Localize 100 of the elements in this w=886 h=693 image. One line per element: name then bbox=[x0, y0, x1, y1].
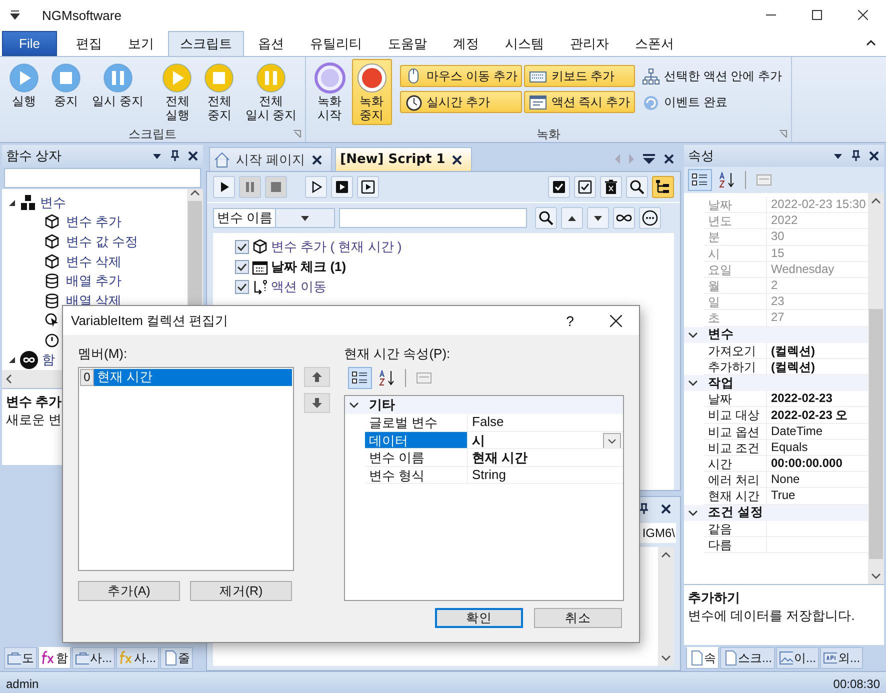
ribbon-button[interactable]: 실행 bbox=[4, 59, 44, 111]
property-name[interactable]: 데이터 bbox=[365, 432, 468, 449]
tree-group[interactable]: 변수 bbox=[40, 194, 66, 212]
move-up-button[interactable] bbox=[561, 207, 583, 229]
dropdown-button[interactable] bbox=[603, 432, 621, 448]
panel-tab[interactable]: 줄 bbox=[160, 647, 194, 669]
ribbon-tab[interactable]: 도움말 bbox=[376, 31, 439, 56]
ribbon-tab[interactable]: 계정 bbox=[441, 31, 491, 56]
more-button[interactable] bbox=[639, 207, 661, 229]
search-button[interactable] bbox=[535, 207, 557, 229]
ribbon-button[interactable]: 일시 중지 bbox=[88, 59, 148, 111]
tree-item[interactable]: 변수 삭제 bbox=[66, 252, 122, 271]
expanded-icon[interactable] bbox=[8, 356, 16, 364]
dropdown-icon[interactable] bbox=[643, 154, 655, 164]
property-name[interactable]: 비교 조건 bbox=[704, 440, 767, 456]
close-icon[interactable] bbox=[663, 153, 675, 165]
property-name[interactable]: 변수 이름 bbox=[365, 449, 468, 466]
ribbon-button[interactable]: 실시간 추가 bbox=[400, 91, 522, 113]
ribbon-button[interactable]: 녹화 시작 bbox=[310, 59, 350, 125]
panel-tab[interactable]: 사... bbox=[72, 647, 116, 669]
pin-button[interactable] bbox=[850, 150, 862, 162]
panel-tab[interactable]: 도 bbox=[4, 647, 37, 669]
toolbar-button[interactable] bbox=[331, 176, 353, 198]
ribbon-button[interactable]: 전체 일시 중지 bbox=[241, 59, 301, 125]
scroll-down-icon[interactable] bbox=[661, 654, 671, 662]
member-item[interactable]: 현재 시간 bbox=[94, 369, 292, 386]
categorized-button[interactable] bbox=[348, 367, 372, 389]
toolbar-button[interactable] bbox=[574, 176, 596, 198]
ribbon-tab[interactable]: 스폰서 bbox=[623, 31, 686, 56]
ribbon-tab[interactable]: 관리자 bbox=[558, 31, 621, 56]
category-header[interactable]: 변수 bbox=[684, 326, 868, 343]
document-tab[interactable]: 시작 페이지 bbox=[209, 147, 332, 171]
help-button[interactable]: ? bbox=[547, 312, 593, 330]
checkbox[interactable] bbox=[235, 240, 249, 254]
tree-group[interactable]: 함 bbox=[42, 350, 55, 369]
launcher-icon[interactable] bbox=[292, 130, 301, 138]
move-down-button[interactable] bbox=[304, 393, 330, 413]
action-item[interactable]: 날짜 체크 (1) bbox=[271, 258, 346, 276]
property-name[interactable]: 날짜 bbox=[704, 391, 767, 408]
toolbar-button[interactable] bbox=[305, 176, 327, 198]
ribbon-button[interactable]: 전체 실행 bbox=[157, 59, 198, 125]
scroll-up-icon[interactable] bbox=[661, 551, 671, 559]
ok-button[interactable]: 확인 bbox=[435, 608, 523, 628]
property-name[interactable]: 비교 대상 bbox=[704, 407, 767, 424]
action-item[interactable]: 액션 이동 bbox=[271, 278, 327, 296]
tree-item[interactable]: 변수 값 수정 bbox=[66, 232, 138, 251]
category-header[interactable]: 작업 bbox=[684, 375, 868, 392]
search-input[interactable] bbox=[339, 208, 527, 228]
toolbar-button[interactable] bbox=[548, 176, 570, 198]
property-name[interactable]: 다름 bbox=[704, 536, 767, 554]
ribbon-button[interactable]: 마우스 이동 추가 bbox=[400, 65, 522, 87]
toolbar-button[interactable] bbox=[652, 176, 674, 198]
scroll-down-icon[interactable] bbox=[871, 572, 881, 580]
category-header[interactable]: 조건 설정 bbox=[684, 504, 868, 521]
property-name[interactable]: 에러 처리 bbox=[704, 472, 767, 488]
search-field[interactable] bbox=[4, 168, 201, 188]
scroll-up-icon[interactable] bbox=[871, 197, 881, 205]
property-name[interactable]: 가져오기 bbox=[704, 342, 767, 359]
scrollbar-thumb[interactable] bbox=[869, 308, 883, 558]
ribbon-tab[interactable]: 유틸리티 bbox=[298, 31, 374, 56]
scroll-up-icon[interactable] bbox=[190, 189, 200, 197]
ribbon-button[interactable]: 키보드 추가 bbox=[524, 65, 636, 87]
document-tab[interactable]: [New] Script 1 bbox=[335, 147, 472, 171]
property-name[interactable]: 시간 bbox=[704, 456, 767, 472]
category-header[interactable]: 기타 bbox=[345, 396, 623, 414]
ribbon-button[interactable]: 녹화 중지 bbox=[352, 59, 392, 125]
loop-button[interactable] bbox=[613, 207, 635, 229]
ribbon-tab[interactable]: 스크립트 bbox=[168, 31, 244, 56]
ribbon-tab[interactable]: 시스템 bbox=[493, 31, 556, 56]
ribbon-button[interactable]: 중지 bbox=[46, 59, 86, 111]
categorized-button[interactable] bbox=[688, 169, 712, 191]
scroll-left-icon[interactable] bbox=[5, 374, 13, 384]
close-tab-button[interactable] bbox=[311, 154, 324, 166]
remove-button[interactable]: 제거(R) bbox=[190, 581, 292, 601]
property-name[interactable]: 같음 bbox=[704, 520, 767, 537]
close-tab-button[interactable] bbox=[451, 154, 464, 166]
move-up-button[interactable] bbox=[304, 367, 330, 387]
ribbon-tab[interactable]: 편집 bbox=[64, 31, 114, 56]
toolbar-button[interactable] bbox=[213, 176, 235, 198]
file-tab[interactable]: File bbox=[2, 31, 57, 56]
ribbon-button[interactable]: 액션 즉시 추가 bbox=[524, 91, 636, 113]
close-button[interactable] bbox=[187, 150, 199, 162]
panel-tab[interactable]: 외... bbox=[820, 647, 864, 669]
search-field-dropdown[interactable]: 변수 이름 bbox=[213, 208, 335, 228]
pin-button[interactable] bbox=[638, 503, 650, 515]
panel-tab[interactable]: 사... bbox=[116, 647, 160, 669]
add-button[interactable]: 추가(A) bbox=[78, 581, 180, 601]
pin-button[interactable] bbox=[169, 150, 181, 162]
toolbar-button[interactable] bbox=[357, 176, 379, 198]
expanded-icon[interactable] bbox=[8, 198, 16, 207]
checkbox[interactable] bbox=[235, 260, 249, 274]
ribbon-tab[interactable]: 보기 bbox=[116, 31, 166, 56]
panel-tab[interactable]: 함 bbox=[38, 647, 71, 669]
property-name[interactable]: 변수 형식 bbox=[365, 466, 468, 484]
ribbon-button[interactable]: 선택한 액션 안에 추가 bbox=[637, 65, 788, 87]
tree-item[interactable]: 변수 추가 bbox=[66, 213, 122, 232]
panel-tab[interactable]: 속 bbox=[686, 647, 719, 669]
close-button[interactable] bbox=[660, 503, 672, 515]
toolbar-button[interactable] bbox=[600, 176, 622, 198]
close-button[interactable] bbox=[868, 150, 880, 162]
